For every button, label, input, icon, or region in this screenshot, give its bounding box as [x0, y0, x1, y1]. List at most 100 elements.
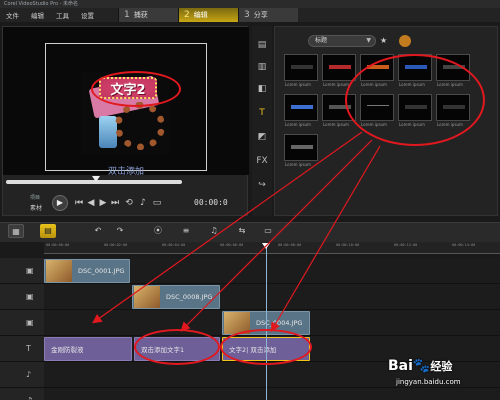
- mode-project-label[interactable]: 项目: [30, 195, 40, 202]
- clip-label: DSC_0001.JPG: [78, 267, 125, 275]
- end-icon[interactable]: ⏭: [110, 198, 120, 208]
- timeline-toolbar: [0, 222, 500, 242]
- track-manager-icon[interactable]: ⇆: [234, 224, 250, 238]
- timeline-view-button[interactable]: ▤: [40, 224, 56, 238]
- next-frame-icon[interactable]: ▶: [98, 198, 108, 208]
- title-clip[interactable]: 金刚防裂液: [44, 337, 132, 361]
- baidu-jingyan-logo: Bai🐾经验: [388, 358, 452, 374]
- ruler-tick: 00:00:04:00: [162, 243, 186, 247]
- clip-thumbnail: [134, 286, 160, 308]
- title-thumbnail[interactable]: Lorem ipsum: [284, 94, 318, 127]
- video-track-header[interactable]: ▣: [0, 258, 44, 284]
- scrub-handle[interactable]: [92, 176, 100, 182]
- watermark-logo-text2: 经验: [430, 360, 453, 373]
- home-icon[interactable]: ⏮: [74, 198, 84, 208]
- storyboard-view-button[interactable]: ▦: [8, 224, 24, 238]
- step-share[interactable]: 3 分享: [238, 8, 298, 22]
- volume-icon[interactable]: ♪: [138, 198, 148, 208]
- thumbnail-caption: Lorem ipsum: [285, 82, 311, 87]
- playhead-handle[interactable]: [262, 243, 270, 249]
- annotation-ellipse: [345, 54, 485, 146]
- clip-label: DSC_0004.JPG: [256, 319, 303, 327]
- ruler-tick: 00:00:06:00: [220, 243, 244, 247]
- watermark-url: jingyan.baidu.com: [396, 378, 461, 386]
- repeat-icon[interactable]: ⟲: [124, 198, 134, 208]
- path-icon[interactable]: ↪: [255, 178, 269, 192]
- annotation-ellipse: [134, 329, 220, 365]
- undo-icon[interactable]: ↶: [90, 224, 106, 238]
- photo-bottle: [99, 116, 117, 148]
- watermark-logo-text: Bai: [388, 358, 413, 374]
- title-track-header[interactable]: T: [0, 336, 44, 362]
- music-track: [44, 388, 500, 400]
- step-number: 3: [244, 10, 250, 20]
- playhead-line[interactable]: [266, 244, 267, 400]
- paw-icon: 🐾: [412, 358, 431, 374]
- thumbnail-art: [291, 145, 313, 149]
- transition-icon[interactable]: ◧: [255, 82, 269, 96]
- step-number: 2: [184, 10, 190, 20]
- media-icon[interactable]: ▤: [255, 38, 269, 52]
- timecode[interactable]: 00:00:0: [194, 198, 228, 207]
- video-clip[interactable]: DSC_0001.JPG: [44, 259, 130, 283]
- ruler-tick: 00:00:10:00: [336, 243, 360, 247]
- voice-track-header[interactable]: ♪: [0, 362, 44, 388]
- ruler-tick: 00:00:14:00: [452, 243, 476, 247]
- overlay-track-icon: ▣: [26, 318, 34, 327]
- ruler-tick: 00:00:00:00: [46, 243, 70, 247]
- ruler-tick: 00:00:12:00: [394, 243, 418, 247]
- clip-label: DSC_0008.JPG: [166, 293, 213, 301]
- options-icon[interactable]: [399, 35, 411, 47]
- workflow-steps: 1 捕获 2 编辑 3 分享: [118, 8, 298, 22]
- menu-settings[interactable]: 设置: [75, 10, 100, 20]
- music-track-header[interactable]: ♫: [0, 388, 44, 400]
- step-number: 1: [124, 10, 130, 20]
- mode-source-label[interactable]: 素材: [30, 203, 42, 212]
- thumbnail-art: [329, 65, 351, 69]
- ruler-tick: 00:00:02:00: [104, 243, 128, 247]
- menu-file[interactable]: 文件: [0, 10, 25, 20]
- graphic-icon[interactable]: ◩: [255, 130, 269, 144]
- step-edit[interactable]: 2 编辑: [178, 8, 238, 22]
- overlay-clip[interactable]: DSC_0008.JPG: [132, 285, 220, 309]
- menu-edit[interactable]: 编辑: [25, 10, 50, 20]
- title-icon[interactable]: T: [255, 106, 269, 120]
- thumbnail-caption: Lorem ipsum: [285, 162, 311, 167]
- overlay-track-header[interactable]: ▣: [0, 284, 44, 310]
- library-toolbar: ▤ ▥ ◧ T ◩ FX ↪: [252, 26, 272, 216]
- fullscreen-icon[interactable]: ▭: [152, 198, 162, 208]
- chevron-down-icon: ▼: [366, 37, 371, 44]
- overlay-track-icon: ▣: [26, 292, 34, 301]
- annotation-ellipse: [91, 71, 181, 107]
- preview-screen[interactable]: 文字2 双击添加: [3, 27, 249, 177]
- redo-icon[interactable]: ↷: [112, 224, 128, 238]
- title-thumbnail[interactable]: Lorem ipsum: [322, 54, 356, 87]
- annotation-ellipse: [220, 329, 312, 365]
- library-category-value: 标题: [315, 37, 328, 44]
- step-label: 编辑: [193, 11, 208, 19]
- play-button[interactable]: ▶: [52, 195, 68, 211]
- prev-frame-icon[interactable]: ◀: [86, 198, 96, 208]
- title-track-icon: T: [26, 344, 31, 353]
- filter-icon[interactable]: FX: [255, 154, 269, 168]
- clip-label: 金刚防裂液: [51, 346, 84, 354]
- step-label: 捕获: [133, 11, 148, 19]
- music-track-icon: ♫: [26, 395, 38, 400]
- title-thumbnail[interactable]: Lorem ipsum: [284, 134, 318, 167]
- title-thumbnail[interactable]: Lorem ipsum: [284, 54, 318, 87]
- menu-tools[interactable]: 工具: [50, 10, 75, 20]
- chapter-icon[interactable]: ▭: [260, 224, 276, 238]
- preview-caption[interactable]: 双击添加: [3, 164, 249, 177]
- audio-icon[interactable]: ♫: [206, 224, 222, 238]
- star-icon[interactable]: ★: [380, 35, 392, 47]
- overlay-track-header[interactable]: ▣: [0, 310, 44, 336]
- library-category-select[interactable]: 标题 ▼: [308, 35, 376, 47]
- overlay-track-1: DSC_0008.JPG: [44, 284, 500, 310]
- ruler-tick: 00:00:08:00: [278, 243, 302, 247]
- record-icon[interactable]: ⦿: [150, 224, 166, 238]
- mixer-icon[interactable]: ≡: [178, 224, 194, 238]
- step-label: 分享: [253, 11, 268, 19]
- step-capture[interactable]: 1 捕获: [118, 8, 178, 22]
- instant-project-icon[interactable]: ▥: [255, 60, 269, 74]
- thumbnail-art: [291, 65, 313, 69]
